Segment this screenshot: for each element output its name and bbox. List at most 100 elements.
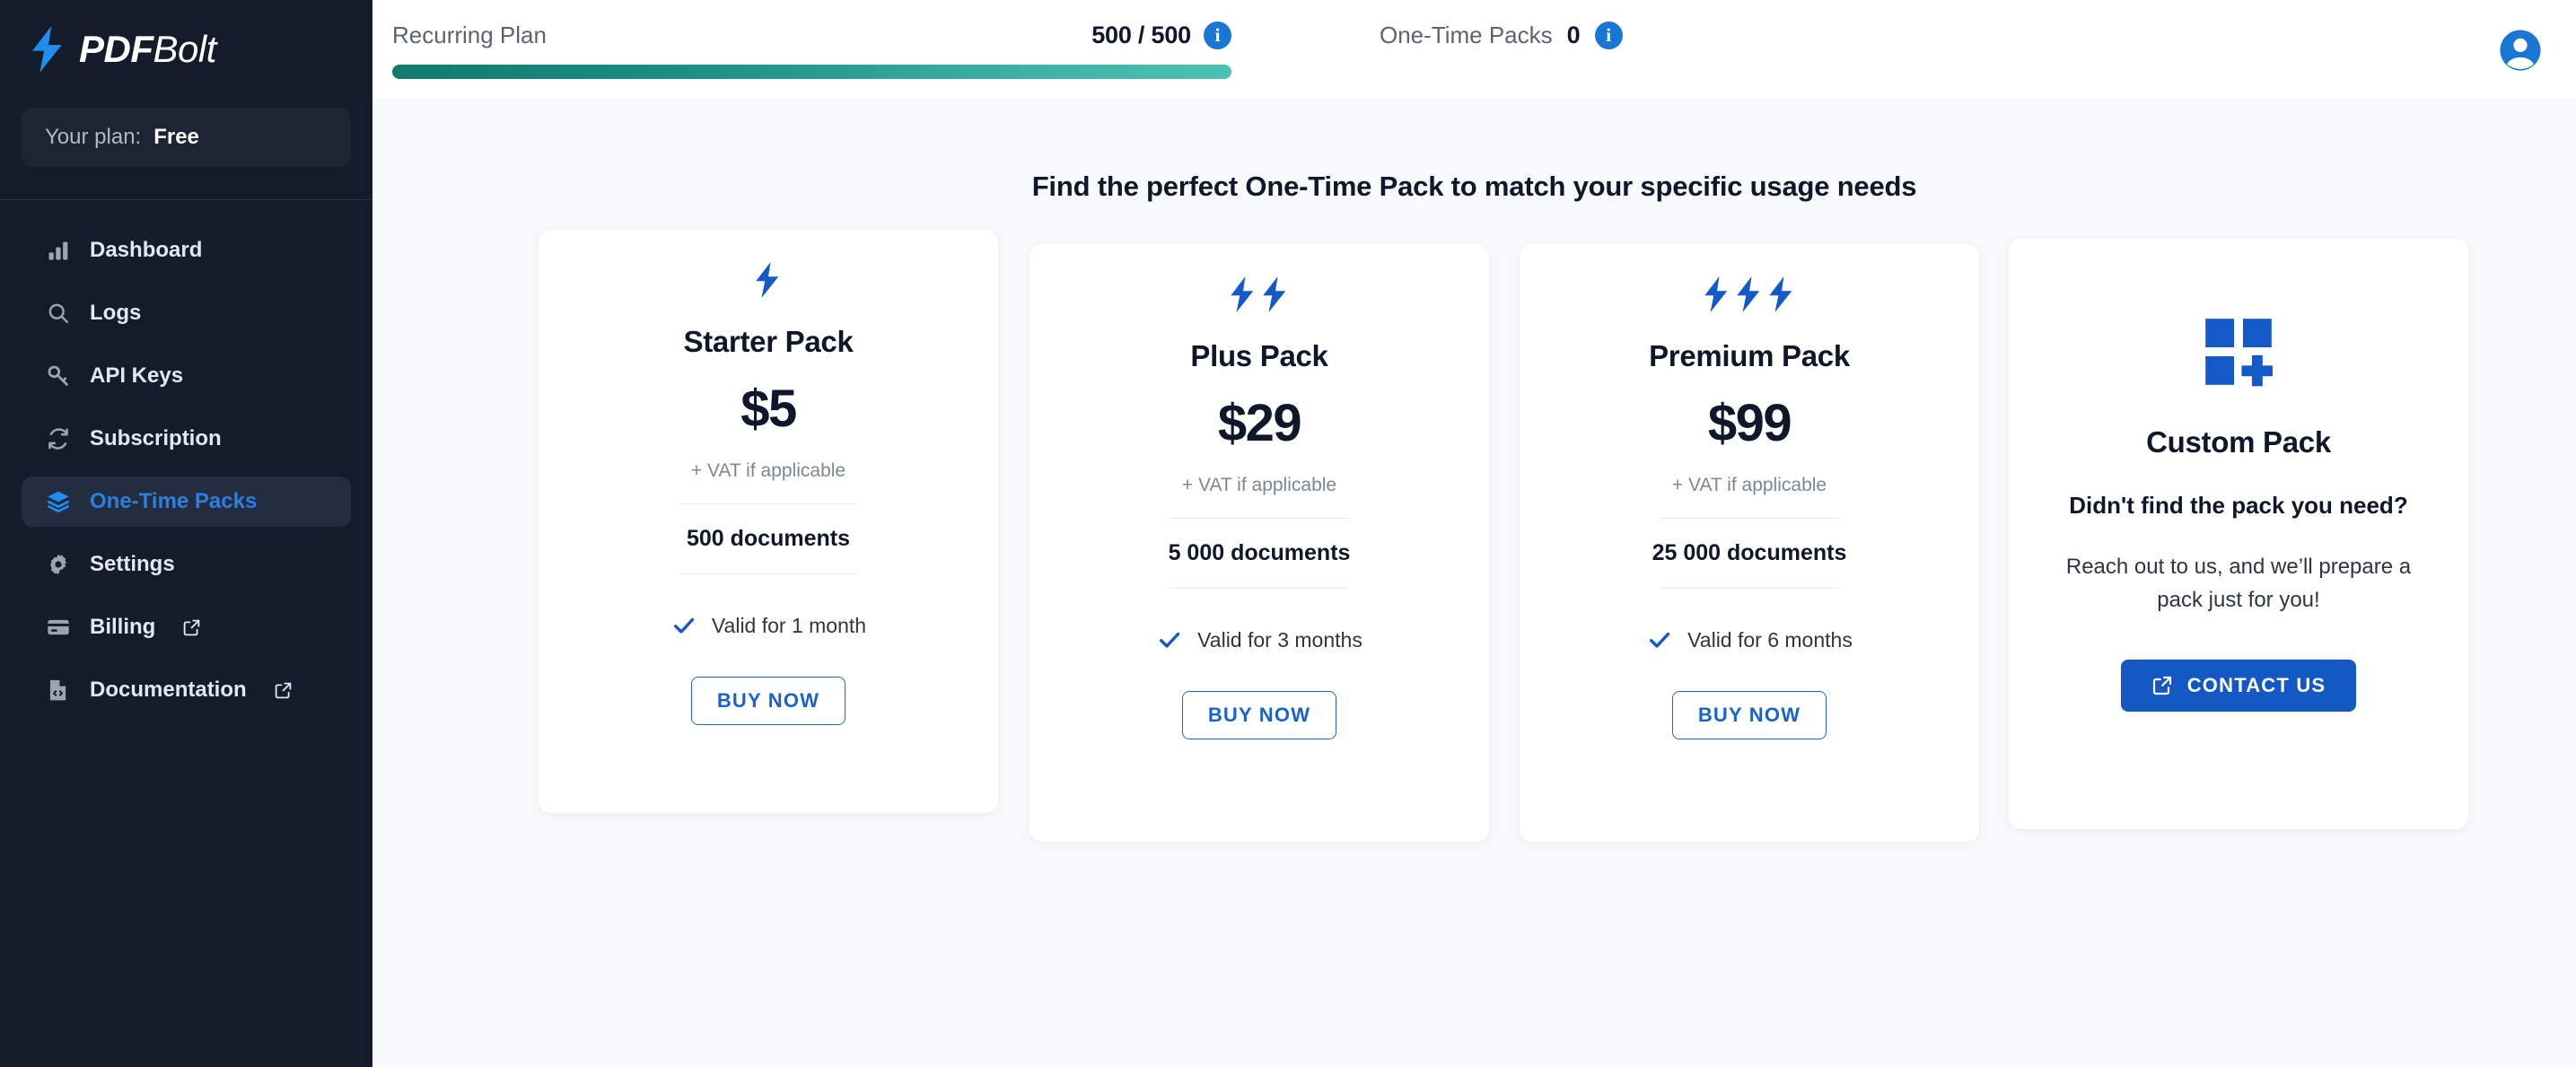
divider — [1170, 588, 1349, 589]
sidebar-item-label: Settings — [90, 552, 175, 576]
brand-logo[interactable]: PDFBolt — [0, 0, 372, 99]
lightning-bolt-icon — [1769, 276, 1792, 312]
recurring-progress-track — [392, 65, 1231, 79]
your-plan-value: Free — [153, 125, 199, 149]
sidebar-item-one-time-packs[interactable]: One-Time Packs — [22, 477, 351, 527]
pack-vat-note: + VAT if applicable — [690, 460, 846, 481]
lightning-bolt-icon — [1231, 276, 1254, 312]
custom-pack-title: Custom Pack — [2146, 425, 2331, 459]
external-link-icon — [182, 618, 201, 637]
pack-documents: 5 000 documents — [1168, 540, 1351, 565]
pack-validity: Valid for 6 months — [1687, 627, 1853, 652]
pack-name: Plus Pack — [1190, 339, 1328, 372]
external-link-icon — [274, 681, 293, 700]
credit-card-icon — [45, 614, 72, 641]
lightning-bolt-icon — [1737, 276, 1760, 312]
sidebar-item-label: Subscription — [90, 426, 222, 450]
one-time-packs-count: 0 — [1566, 22, 1581, 48]
gear-icon — [45, 551, 72, 578]
app-root: PDFBolt Your plan: Free Dashboard Logs A… — [0, 0, 2576, 1067]
pack-card: Starter Pack $5 + VAT if applicable 500 … — [539, 230, 998, 813]
sidebar-item-label: Dashboard — [90, 238, 203, 262]
pack-validity-row: Valid for 3 months — [1156, 626, 1362, 653]
sidebar-item-billing[interactable]: Billing — [22, 602, 351, 652]
pack-bolts — [1230, 276, 1289, 312]
recurring-plan-label: Recurring Plan — [392, 22, 547, 48]
your-plan-box: Your plan: Free — [22, 108, 351, 167]
account-circle-icon[interactable] — [2497, 27, 2544, 74]
topbar: Recurring Plan 500 / 500 i One-Time Pack… — [372, 0, 2576, 99]
sidebar-item-logs[interactable]: Logs — [22, 288, 351, 338]
page-title: Find the perfect One-Time Pack to match … — [1031, 171, 1917, 202]
check-icon — [673, 617, 695, 634]
brand-name: PDFBolt — [79, 28, 216, 71]
custom-pack-body: Reach out to us, and we’ll prepare a pac… — [2065, 555, 2412, 613]
sidebar-item-documentation[interactable]: Documentation — [22, 665, 351, 715]
pack-name: Premium Pack — [1649, 339, 1850, 372]
sidebar-item-api-keys[interactable]: API Keys — [22, 351, 351, 401]
sidebar: PDFBolt Your plan: Free Dashboard Logs A… — [0, 0, 372, 1067]
sidebar-item-settings[interactable]: Settings — [22, 539, 351, 590]
key-icon — [45, 363, 72, 389]
buy-now-button[interactable]: BUY NOW — [1671, 691, 1827, 739]
sidebar-item-label: Logs — [90, 301, 142, 325]
buy-now-button[interactable]: BUY NOW — [1181, 691, 1337, 739]
pack-bolts — [755, 262, 782, 298]
pack-card: Premium Pack $99 + VAT if applicable 25 … — [1520, 244, 1979, 842]
sidebar-item-subscription[interactable]: Subscription — [22, 414, 351, 464]
contact-us-button[interactable]: CONTACT US — [2120, 660, 2357, 713]
divider — [679, 503, 858, 504]
info-icon[interactable]: i — [1594, 22, 1623, 49]
your-plan-label: Your plan: — [45, 125, 142, 149]
sidebar-item-label: Billing — [90, 615, 156, 639]
content-area: Find the perfect One-Time Pack to match … — [372, 99, 2576, 1067]
check-icon — [1650, 632, 1670, 648]
check-icon — [1160, 632, 1180, 648]
custom-pack-subtitle: Didn't find the pack you need? — [2069, 492, 2408, 519]
sidebar-item-label: Documentation — [90, 678, 247, 702]
pack-validity-row: Valid for 6 months — [1646, 626, 1853, 653]
bar-chart-icon — [45, 237, 72, 264]
sidebar-item-dashboard[interactable]: Dashboard — [22, 225, 351, 275]
lightning-bolt-icon — [756, 262, 779, 298]
layers-icon — [45, 488, 72, 515]
pack-bolts — [1704, 276, 1795, 312]
pack-card: Plus Pack $29 + VAT if applicable 5 000 … — [1030, 244, 1489, 842]
lightning-bolt-icon — [1263, 276, 1286, 312]
pack-price: $5 — [740, 380, 797, 438]
divider — [1170, 518, 1349, 519]
search-icon — [45, 300, 72, 327]
sidebar-item-label: One-Time Packs — [90, 489, 258, 513]
external-link-icon — [2152, 677, 2171, 695]
brand-name-bold: PDF — [79, 28, 153, 70]
sidebar-nav: Dashboard Logs API Keys Subscription One… — [0, 200, 372, 728]
one-time-packs-usage: One-Time Packs 0 i — [1380, 0, 1623, 49]
custom-pack-card: Custom Pack Didn't find the pack you nee… — [2009, 239, 2468, 829]
pack-name: Starter Pack — [683, 325, 854, 358]
pack-validity: Valid for 1 month — [711, 613, 867, 637]
lightning-bolt-icon — [1704, 276, 1728, 312]
divider — [1660, 518, 1839, 519]
info-icon[interactable]: i — [1204, 22, 1231, 49]
pack-price: $29 — [1217, 394, 1302, 452]
pack-price: $99 — [1707, 394, 1792, 452]
contact-us-label: CONTACT US — [2186, 674, 2326, 697]
divider — [1660, 588, 1839, 589]
sidebar-item-label: API Keys — [90, 363, 184, 388]
one-time-packs-label: One-Time Packs — [1380, 22, 1553, 48]
pack-documents: 25 000 documents — [1652, 540, 1847, 565]
packs-grid: Starter Pack $5 + VAT if applicable 500 … — [372, 230, 2576, 858]
pack-validity: Valid for 3 months — [1197, 627, 1362, 652]
main-area: Recurring Plan 500 / 500 i One-Time Pack… — [372, 0, 2576, 1067]
recurring-plan-count: 500 / 500 — [1091, 22, 1191, 48]
pack-documents: 500 documents — [686, 526, 850, 551]
pack-vat-note: + VAT if applicable — [1181, 475, 1337, 495]
brand-name-light: Bolt — [153, 28, 217, 70]
divider — [679, 573, 858, 574]
recurring-plan-usage: Recurring Plan 500 / 500 i — [372, 0, 1231, 79]
lightning-bolt-icon — [32, 26, 62, 73]
buy-now-button[interactable]: BUY NOW — [690, 677, 846, 725]
file-code-icon — [45, 677, 72, 704]
refresh-icon — [45, 425, 72, 452]
grid-plus-icon — [2205, 319, 2273, 387]
